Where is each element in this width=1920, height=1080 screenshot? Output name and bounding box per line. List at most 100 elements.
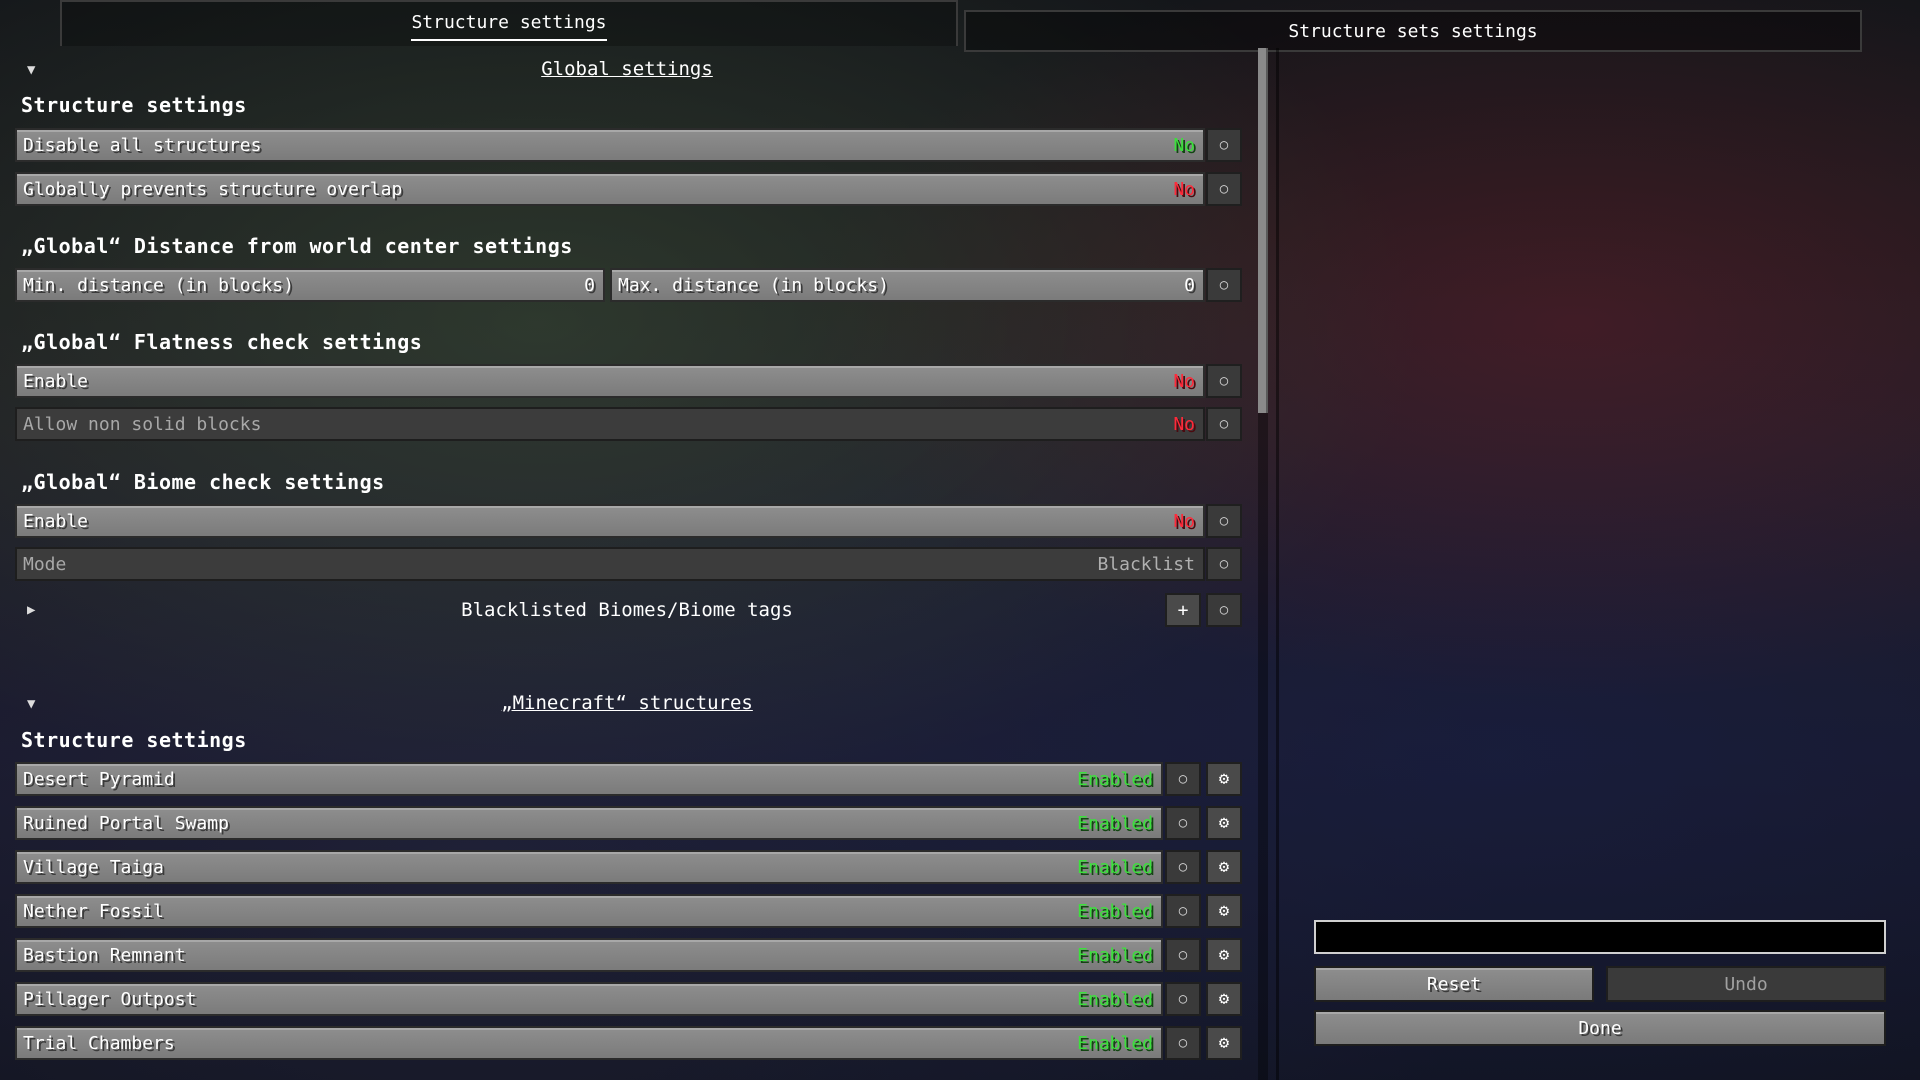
structure-settings-button[interactable]: ⚙ <box>1206 806 1242 840</box>
collapse-global-caret-icon[interactable]: ▼ <box>27 62 35 78</box>
allow-non-solid-label: Allow non solid blocks <box>23 413 262 435</box>
structure-reset-button[interactable]: ○ <box>1165 762 1201 796</box>
flatness-enable-reset-button[interactable]: ○ <box>1206 364 1242 398</box>
structure-status: Enabled <box>1077 988 1153 1010</box>
disable-all-structures-reset-button[interactable]: ○ <box>1206 128 1242 162</box>
undo-button-label: Undo <box>1724 973 1768 995</box>
plus-icon: + <box>1177 599 1189 621</box>
structure-reset-button[interactable]: ○ <box>1165 1026 1201 1060</box>
structure-settings-button[interactable]: ⚙ <box>1206 850 1242 884</box>
reset-icon: ○ <box>1219 373 1229 389</box>
scrollbar-thumb[interactable] <box>1258 48 1268 413</box>
distance-settings-title: „Global“ Distance from world center sett… <box>21 234 573 258</box>
min-distance-label: Min. distance (in blocks) <box>23 274 294 296</box>
structure-settings-button[interactable]: ⚙ <box>1206 894 1242 928</box>
blacklisted-biomes-reset-button[interactable]: ○ <box>1206 593 1242 627</box>
structure-row[interactable]: Desert Pyramid Enabled <box>15 762 1163 796</box>
structure-reset-button[interactable]: ○ <box>1165 806 1201 840</box>
reset-icon: ○ <box>1219 513 1229 529</box>
biome-enable-label: Enable <box>23 510 89 532</box>
gear-icon: ⚙ <box>1218 989 1230 1009</box>
prevent-overlap-row[interactable]: Globally prevents structure overlap No <box>15 172 1205 206</box>
tab-structure-sets-settings[interactable]: Structure sets settings <box>964 10 1862 52</box>
gear-icon: ⚙ <box>1218 901 1230 921</box>
reset-icon: ○ <box>1219 137 1229 153</box>
structure-name: Pillager Outpost <box>23 988 197 1010</box>
collapse-minecraft-caret-icon[interactable]: ▼ <box>27 696 35 712</box>
structure-reset-button[interactable]: ○ <box>1165 894 1201 928</box>
structure-reset-button[interactable]: ○ <box>1165 982 1201 1016</box>
flatness-enable-row[interactable]: Enable No <box>15 364 1205 398</box>
allow-non-solid-reset-button[interactable]: ○ <box>1206 407 1242 441</box>
distance-reset-button[interactable]: ○ <box>1206 268 1242 302</box>
structure-name: Desert Pyramid <box>23 768 175 790</box>
structure-name: Trial Chambers <box>23 1032 175 1054</box>
biome-enable-reset-button[interactable]: ○ <box>1206 504 1242 538</box>
max-distance-field[interactable]: Max. distance (in blocks) 0 <box>610 268 1205 302</box>
add-biome-button[interactable]: + <box>1165 593 1201 627</box>
reset-icon: ○ <box>1178 1035 1188 1051</box>
reset-icon: ○ <box>1219 181 1229 197</box>
structure-row[interactable]: Village Taiga Enabled <box>15 850 1163 884</box>
structure-name: Ruined Portal Swamp <box>23 812 229 834</box>
prevent-overlap-label: Globally prevents structure overlap <box>23 178 403 200</box>
max-distance-label: Max. distance (in blocks) <box>618 274 889 296</box>
structure-status: Enabled <box>1077 856 1153 878</box>
blacklisted-biomes-label: Blacklisted Biomes/Biome tags <box>461 599 793 621</box>
min-distance-field[interactable]: Min. distance (in blocks) 0 <box>15 268 605 302</box>
disable-all-structures-label: Disable all structures <box>23 134 262 156</box>
structure-reset-button[interactable]: ○ <box>1165 938 1201 972</box>
search-input[interactable] <box>1314 920 1886 954</box>
structure-status: Enabled <box>1077 944 1153 966</box>
reset-icon: ○ <box>1178 903 1188 919</box>
panel-divider <box>1276 48 1279 1080</box>
structure-row[interactable]: Pillager Outpost Enabled <box>15 982 1163 1016</box>
gear-icon: ⚙ <box>1218 945 1230 965</box>
structure-status: Enabled <box>1077 768 1153 790</box>
gear-icon: ⚙ <box>1218 813 1230 833</box>
structure-row[interactable]: Nether Fossil Enabled <box>15 894 1163 928</box>
reset-icon: ○ <box>1178 771 1188 787</box>
minecraft-structures-header[interactable]: „Minecraft“ structures <box>501 692 753 714</box>
reset-icon: ○ <box>1219 602 1229 618</box>
structure-status: Enabled <box>1077 812 1153 834</box>
structure-settings-button[interactable]: ⚙ <box>1206 762 1242 796</box>
minecraft-structure-settings-title: Structure settings <box>21 728 247 752</box>
structure-row[interactable]: Ruined Portal Swamp Enabled <box>15 806 1163 840</box>
reset-icon: ○ <box>1178 815 1188 831</box>
global-structure-settings-title: Structure settings <box>21 93 247 117</box>
done-button-label: Done <box>1578 1017 1622 1039</box>
structure-settings-button[interactable]: ⚙ <box>1206 1026 1242 1060</box>
prevent-overlap-value: No <box>1173 178 1195 200</box>
structure-row[interactable]: Trial Chambers Enabled <box>15 1026 1163 1060</box>
structure-reset-button[interactable]: ○ <box>1165 850 1201 884</box>
prevent-overlap-reset-button[interactable]: ○ <box>1206 172 1242 206</box>
tab-structure-sets-settings-label: Structure sets settings <box>1288 20 1538 42</box>
expand-blacklist-caret-icon[interactable]: ▶ <box>27 602 35 618</box>
biome-mode-row[interactable]: Mode Blacklist <box>15 547 1205 581</box>
reset-button-label: Reset <box>1426 973 1482 995</box>
biome-enable-value: No <box>1173 510 1195 532</box>
disable-all-structures-row[interactable]: Disable all structures No <box>15 128 1205 162</box>
reset-icon: ○ <box>1178 991 1188 1007</box>
structure-status: Enabled <box>1077 900 1153 922</box>
reset-icon: ○ <box>1178 947 1188 963</box>
done-button[interactable]: Done <box>1314 1010 1886 1046</box>
structure-settings-button[interactable]: ⚙ <box>1206 938 1242 972</box>
biome-enable-row[interactable]: Enable No <box>15 504 1205 538</box>
reset-icon: ○ <box>1219 277 1229 293</box>
tab-structure-settings[interactable]: Structure settings <box>60 0 958 46</box>
tab-structure-settings-label: Structure settings <box>411 8 607 41</box>
structure-name: Bastion Remnant <box>23 944 186 966</box>
allow-non-solid-row[interactable]: Allow non solid blocks No <box>15 407 1205 441</box>
global-settings-header[interactable]: Global settings <box>541 58 713 80</box>
reset-button[interactable]: Reset <box>1314 966 1594 1002</box>
structure-settings-button[interactable]: ⚙ <box>1206 982 1242 1016</box>
structure-row[interactable]: Bastion Remnant Enabled <box>15 938 1163 972</box>
reset-icon: ○ <box>1178 859 1188 875</box>
biome-mode-reset-button[interactable]: ○ <box>1206 547 1242 581</box>
biome-mode-label: Mode <box>23 553 67 575</box>
undo-button[interactable]: Undo <box>1606 966 1886 1002</box>
reset-icon: ○ <box>1219 416 1229 432</box>
reset-icon: ○ <box>1219 556 1229 572</box>
